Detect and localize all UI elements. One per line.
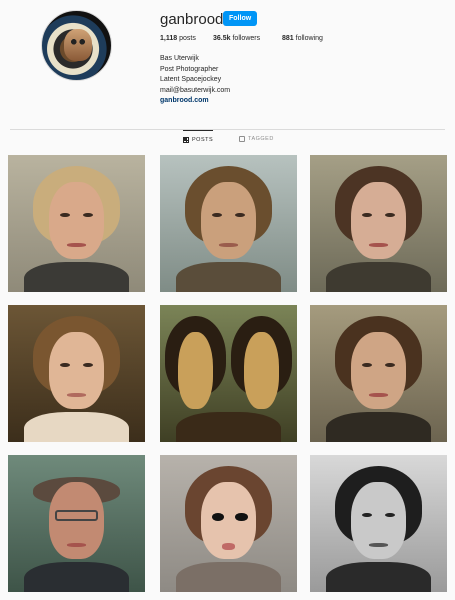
post-thumbnail[interactable] bbox=[160, 155, 297, 292]
portrait-mouth bbox=[368, 392, 389, 397]
portrait-body bbox=[24, 561, 129, 592]
grid-icon bbox=[183, 136, 189, 143]
portrait-eye bbox=[385, 362, 395, 367]
posts-stat: 1,118 posts bbox=[160, 35, 196, 42]
tag-icon bbox=[239, 135, 245, 142]
post-thumbnail[interactable] bbox=[160, 305, 297, 442]
portrait-eye bbox=[83, 362, 93, 367]
profile-header: ganbrood Follow 1,118 posts 36.5k follow… bbox=[0, 0, 455, 120]
username: ganbrood bbox=[160, 11, 224, 28]
full-name: Bas Uterwijk bbox=[160, 55, 199, 62]
portrait-body bbox=[176, 261, 281, 292]
portrait-face bbox=[49, 482, 104, 560]
following-count: 881 bbox=[282, 35, 294, 42]
portrait-face bbox=[243, 332, 280, 410]
post-thumbnail[interactable] bbox=[8, 155, 145, 292]
portrait-eye bbox=[212, 212, 222, 217]
followers-count: 36.5k bbox=[213, 35, 231, 42]
portrait-mouth bbox=[368, 542, 389, 547]
divider bbox=[10, 129, 445, 130]
posts-count: 1,118 bbox=[160, 35, 178, 42]
portrait-face bbox=[49, 182, 104, 260]
portrait-mouth bbox=[221, 542, 236, 550]
bio-email: mail@basuterwijk.com bbox=[160, 86, 231, 94]
portrait-face bbox=[351, 332, 406, 410]
bio-line: Post Photographer bbox=[160, 65, 219, 73]
portrait-body bbox=[176, 411, 281, 442]
followers-stat[interactable]: 36.5k followers bbox=[213, 35, 260, 42]
portrait-eye bbox=[60, 362, 70, 367]
followers-label: followers bbox=[232, 35, 261, 42]
profile-bio: Bas Uterwijk Post Photographer Latent Sp… bbox=[160, 54, 230, 107]
portrait-body bbox=[24, 261, 129, 292]
post-thumbnail[interactable] bbox=[8, 455, 145, 592]
portrait-eye bbox=[235, 512, 248, 521]
portrait-eye bbox=[385, 212, 395, 217]
portrait-eye bbox=[362, 512, 372, 517]
post-thumbnail[interactable] bbox=[160, 455, 297, 592]
follow-button[interactable]: Follow bbox=[223, 11, 258, 26]
tab-tagged[interactable]: TAGGED bbox=[239, 130, 274, 148]
post-thumbnail[interactable] bbox=[310, 155, 447, 292]
posts-grid bbox=[8, 155, 448, 600]
portrait-face bbox=[49, 332, 104, 410]
portrait-eye bbox=[385, 512, 395, 517]
portrait-mouth bbox=[368, 242, 389, 247]
posts-label: posts bbox=[179, 35, 196, 42]
portrait-mouth bbox=[218, 242, 239, 247]
portrait-face bbox=[351, 482, 406, 560]
portrait-eye bbox=[235, 212, 245, 217]
post-thumbnail[interactable] bbox=[310, 455, 447, 592]
portrait-face bbox=[351, 182, 406, 260]
portrait-face bbox=[201, 182, 256, 260]
post-thumbnail[interactable] bbox=[8, 305, 145, 442]
portrait-mouth bbox=[66, 542, 87, 547]
portrait-body bbox=[326, 261, 431, 292]
tab-posts[interactable]: POSTS bbox=[183, 130, 214, 148]
following-label: following bbox=[295, 35, 323, 42]
post-thumbnail[interactable] bbox=[310, 305, 447, 442]
portrait-eye bbox=[362, 212, 372, 217]
portrait-body bbox=[326, 411, 431, 442]
avatar[interactable] bbox=[41, 10, 112, 81]
portrait-eye bbox=[60, 212, 70, 217]
portrait-eye bbox=[212, 512, 225, 521]
portrait-eye bbox=[362, 362, 372, 367]
portrait-glasses bbox=[54, 509, 99, 521]
portrait-mouth bbox=[66, 392, 87, 397]
following-stat[interactable]: 881 following bbox=[282, 35, 323, 42]
portrait-body bbox=[326, 561, 431, 592]
tab-tagged-label: TAGGED bbox=[248, 136, 274, 142]
bio-line: Latent Spacejockey bbox=[160, 76, 222, 83]
portrait-body bbox=[176, 561, 281, 592]
portrait-mouth bbox=[66, 242, 87, 247]
portrait-body bbox=[24, 411, 129, 442]
tab-posts-label: POSTS bbox=[192, 137, 214, 143]
website-link[interactable]: ganbrood.com bbox=[160, 96, 230, 107]
portrait-eye bbox=[83, 212, 93, 217]
portrait-face bbox=[177, 332, 214, 410]
